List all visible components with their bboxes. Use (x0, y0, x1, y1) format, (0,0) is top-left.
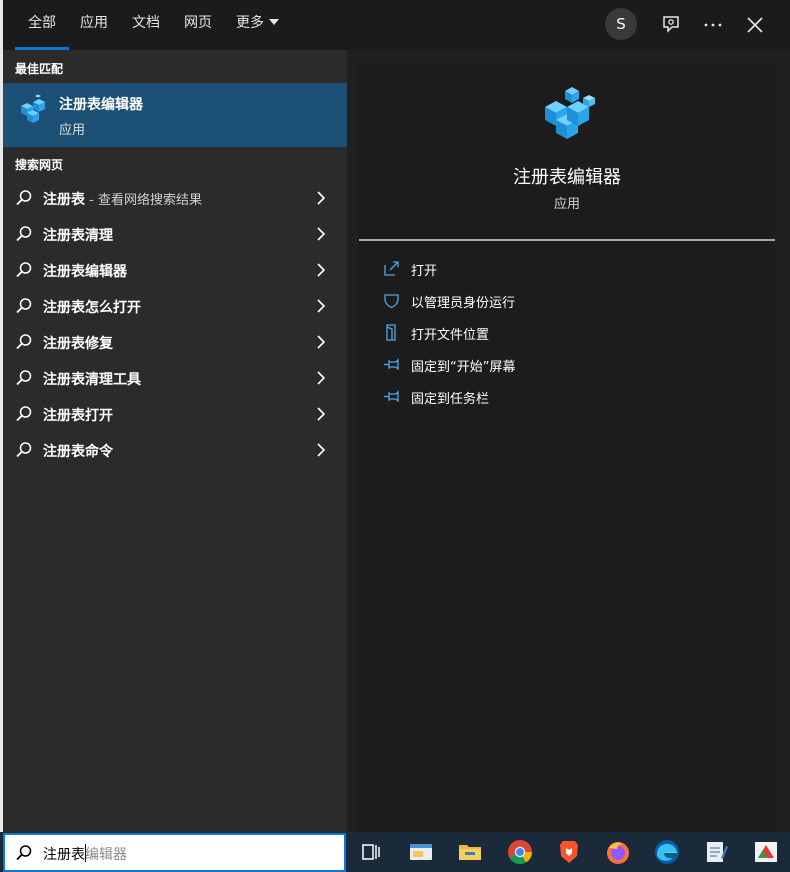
web-result-row[interactable]: 注册表打开 (3, 396, 347, 432)
web-result-label: 注册表怎么打开 (43, 300, 141, 316)
web-result-row[interactable]: 注册表 - 查看网络搜索结果 (3, 180, 347, 216)
results-list: 最佳匹配 注册表编辑器 应用 搜索网页 注册表 - 查看网络搜索结果 注册表清理… (3, 50, 347, 832)
detail-app-name: 注册表编辑器 (513, 167, 621, 188)
best-match-heading: 最佳匹配 (15, 62, 64, 76)
file-location-icon (386, 324, 396, 341)
web-search-heading: 搜索网页 (15, 158, 64, 172)
action-label: 打开文件位置 (411, 328, 490, 343)
search-typed-text: 注册表 (43, 847, 85, 863)
registry-editor-icon (545, 87, 595, 139)
avatar-letter: S (616, 15, 626, 33)
action-label: 打开 (411, 264, 438, 279)
search-icon (16, 226, 32, 242)
web-result-text: 注册表 (43, 192, 85, 208)
action-pin-to-start[interactable]: 固定到“开始”屏幕 (383, 353, 763, 377)
tab-documents[interactable]: 文档 (132, 0, 160, 50)
more-options-icon[interactable] (701, 13, 725, 37)
registry-editor-icon (21, 94, 45, 123)
web-result-row[interactable]: 注册表编辑器 (3, 252, 347, 288)
web-result-hint: - 查看网络搜索结果 (85, 193, 202, 208)
web-result-label: 注册表 - 查看网络搜索结果 (43, 189, 202, 209)
tab-web[interactable]: 网页 (184, 0, 212, 50)
open-icon (384, 261, 399, 276)
tab-all[interactable]: 全部 (15, 0, 69, 50)
web-result-row[interactable]: 注册表命令 (3, 432, 347, 468)
chevron-down-icon (269, 19, 279, 25)
web-result-label: 注册表清理 (43, 228, 113, 244)
brave-icon[interactable] (555, 838, 583, 866)
search-icon (16, 370, 32, 386)
app-icon[interactable] (752, 838, 780, 866)
best-match-title: 注册表编辑器 (59, 97, 143, 113)
web-result-label: 注册表修复 (43, 336, 113, 352)
tab-more[interactable]: 更多 (236, 0, 279, 50)
chevron-right-icon[interactable] (316, 227, 326, 241)
task-view-icon[interactable] (357, 838, 385, 866)
feedback-icon[interactable] (659, 13, 683, 37)
web-result-row[interactable]: 注册表怎么打开 (3, 288, 347, 324)
chevron-right-icon[interactable] (316, 299, 326, 313)
search-icon (16, 442, 32, 458)
tab-all-label: 全部 (28, 15, 56, 31)
tab-documents-label: 文档 (132, 15, 160, 31)
search-icon (16, 190, 32, 206)
chevron-right-icon[interactable] (316, 443, 326, 457)
action-run-as-admin[interactable]: 以管理员身份运行 (383, 289, 763, 313)
edge-icon[interactable] (653, 838, 681, 866)
detail-pane: 注册表编辑器 应用 打开 以管理员身份运行 打开文件位置 固定到“开始”屏幕 固… (359, 63, 775, 832)
web-result-row[interactable]: 注册表清理 (3, 216, 347, 252)
pin-icon (384, 390, 399, 403)
best-match-subtitle: 应用 (59, 123, 86, 138)
search-icon (16, 845, 32, 861)
tab-more-label: 更多 (236, 15, 264, 31)
notepad-icon[interactable] (702, 838, 730, 866)
search-icon (16, 262, 32, 278)
firefox-icon[interactable] (604, 838, 632, 866)
shield-icon (384, 294, 399, 309)
search-panel: 全部 应用 文档 网页 更多 S 最佳匹配 注册表编辑器 应用 搜索网页 注册表… (3, 0, 790, 832)
file-explorer-icon[interactable] (456, 838, 484, 866)
web-result-label: 注册表命令 (43, 444, 113, 460)
search-icon (16, 298, 32, 314)
search-icon (16, 406, 32, 422)
chevron-right-icon[interactable] (316, 407, 326, 421)
taskbar: 注册表编辑器 (0, 832, 790, 872)
action-pin-to-taskbar[interactable]: 固定到任务栏 (383, 385, 763, 409)
search-input[interactable]: 注册表编辑器 (3, 833, 346, 872)
action-label: 固定到“开始”屏幕 (411, 360, 516, 375)
chevron-right-icon[interactable] (316, 371, 326, 385)
detail-app-type: 应用 (553, 197, 580, 212)
action-label: 以管理员身份运行 (411, 296, 516, 311)
search-icon (16, 334, 32, 350)
action-label: 固定到任务栏 (411, 392, 490, 407)
tab-apps[interactable]: 应用 (80, 0, 108, 50)
chrome-icon[interactable] (506, 838, 534, 866)
chevron-right-icon[interactable] (316, 263, 326, 277)
web-result-label: 注册表清理工具 (43, 372, 141, 388)
web-result-row[interactable]: 注册表修复 (3, 324, 347, 360)
search-text: 注册表编辑器 (43, 844, 127, 864)
action-open-file-location[interactable]: 打开文件位置 (383, 321, 763, 345)
pin-icon (384, 358, 399, 371)
chevron-right-icon[interactable] (316, 335, 326, 349)
best-match-item[interactable]: 注册表编辑器 应用 (3, 83, 347, 147)
tab-apps-label: 应用 (80, 15, 108, 31)
avatar[interactable]: S (605, 8, 637, 40)
web-result-label: 注册表打开 (43, 408, 113, 424)
action-open[interactable]: 打开 (383, 257, 763, 281)
tab-web-label: 网页 (184, 15, 212, 31)
web-result-row[interactable]: 注册表清理工具 (3, 360, 347, 396)
divider (359, 239, 775, 241)
header-bar: 全部 应用 文档 网页 更多 S (3, 0, 790, 50)
search-suggestion-text: 编辑器 (85, 847, 127, 863)
chevron-right-icon[interactable] (316, 191, 326, 205)
mail-icon[interactable] (407, 838, 435, 866)
close-icon[interactable] (743, 13, 767, 37)
web-result-label: 注册表编辑器 (43, 264, 127, 280)
